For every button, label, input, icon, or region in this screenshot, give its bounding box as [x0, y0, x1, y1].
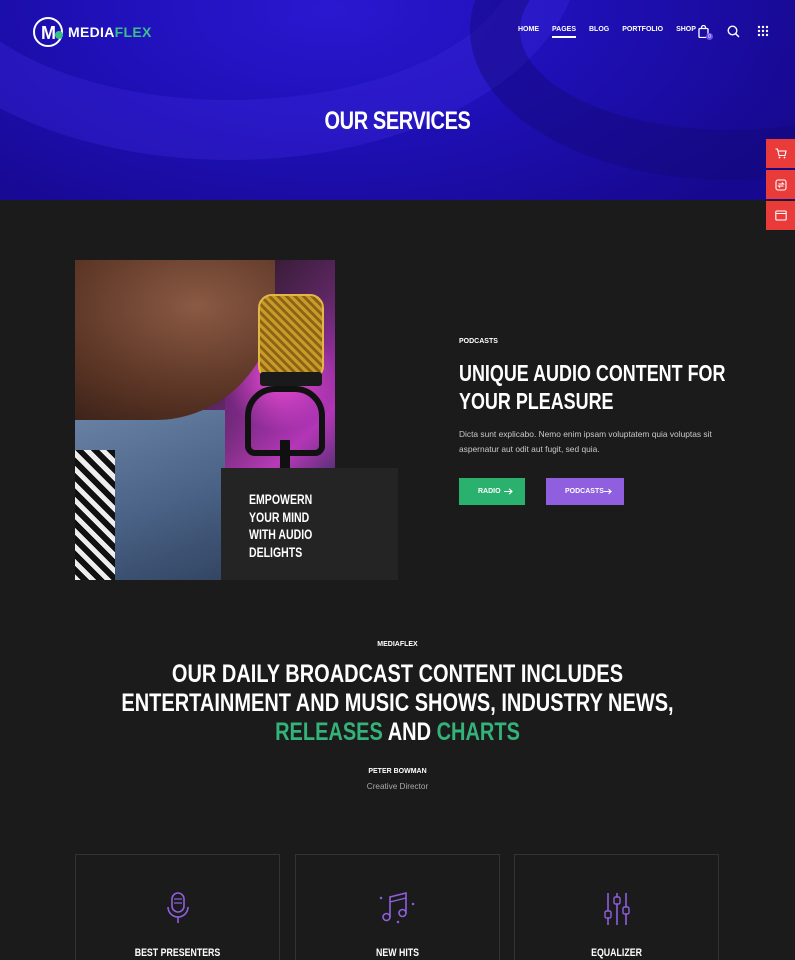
broadcast-heading-line: ENTERTAINMENT AND MUSIC SHOWS, INDUSTRY …	[121, 689, 674, 717]
feature-title: UNIQUE AUDIO CONTENT FOR YOUR PLEASURE	[459, 359, 759, 415]
author-name: PETER BOWMAN	[368, 768, 427, 775]
radio-button[interactable]: RADIO	[459, 478, 525, 505]
quote-line: YOUR MIND	[249, 509, 310, 525]
nav-item-home[interactable]: HOME	[518, 26, 539, 33]
broadcast-heading-line: OUR DAILY BROADCAST CONTENT INCLUDES	[171, 660, 624, 688]
logo-letter: M	[41, 23, 56, 43]
radio-button-label: RADIO	[478, 488, 501, 495]
logo-mark-icon: M	[33, 17, 63, 47]
broadcast-heading: OUR DAILY BROADCAST CONTENT INCLUDES ENT…	[0, 660, 795, 747]
quote-line: EMPOWERN	[249, 492, 313, 507]
podcasts-button[interactable]: PODCASTS	[546, 478, 624, 505]
card-label: BEST PRESENTERS	[134, 947, 221, 959]
nav-item-pages[interactable]: PAGES	[552, 26, 576, 38]
nav-item-shop[interactable]: SHOP	[676, 26, 696, 33]
quote-line: DELIGHTS	[249, 544, 303, 560]
quote-line: WITH AUDIO	[249, 527, 313, 542]
window-icon[interactable]	[766, 201, 795, 230]
switch-icon[interactable]	[766, 170, 795, 199]
equalizer-icon	[603, 893, 630, 925]
feature-quote-box: EMPOWERN YOUR MIND WITH AUDIO DELIGHTS	[221, 468, 398, 580]
nav-item-blog[interactable]: BLOG	[589, 26, 609, 33]
logo-text: MEDIAFLEX	[68, 24, 152, 40]
search-icon[interactable]	[726, 24, 740, 38]
bag-icon[interactable]: 0	[696, 24, 713, 40]
logo-text-part2: FLEX	[114, 24, 152, 40]
arrow-right-icon	[504, 488, 513, 495]
music-notes-icon	[379, 891, 414, 924]
hero-banner: M MEDIAFLEX HOME PAGES BLOG PORTFOLIO SH…	[0, 0, 795, 200]
header-icons: 0	[696, 24, 770, 40]
feature-title-line: UNIQUE AUDIO CONTENT FOR	[459, 360, 726, 386]
cart-count-badge: 0	[706, 33, 713, 40]
and-text: AND	[382, 718, 437, 746]
card-label: EQUALIZER	[591, 947, 642, 959]
releases-highlight: RELEASES	[275, 718, 383, 746]
broadcast-heading-line: RELEASES AND CHARTS	[80, 718, 716, 747]
side-floating-buttons	[766, 139, 795, 232]
charts-highlight: CHARTS	[436, 718, 520, 746]
service-card[interactable]: BEST PRESENTERS	[75, 854, 280, 960]
page-title: OUR SERVICES	[324, 107, 471, 135]
main-nav: HOME PAGES BLOG PORTFOLIO SHOP	[518, 26, 696, 38]
feature-title-line: YOUR PLEASURE	[459, 388, 614, 414]
arrow-right-icon	[603, 488, 612, 495]
cart-icon[interactable]	[766, 139, 795, 168]
feature-description: Dicta sunt explicabo. Nemo enim ipsam vo…	[459, 429, 712, 454]
broadcast-tag: MEDIAFLEX	[377, 641, 418, 648]
service-card[interactable]: EQUALIZER	[514, 854, 719, 960]
nav-item-portfolio[interactable]: PORTFOLIO	[622, 26, 663, 33]
grid-menu-icon[interactable]	[756, 24, 770, 38]
podcasts-button-label: PODCASTS	[565, 488, 604, 495]
card-label: NEW HITS	[375, 947, 420, 959]
site-logo[interactable]: M MEDIAFLEX	[33, 17, 152, 47]
microphone-icon	[166, 892, 189, 923]
section-tag: PODCASTS	[459, 338, 498, 345]
author-role: Creative Director	[366, 782, 429, 791]
service-card[interactable]: NEW HITS	[295, 854, 500, 960]
logo-text-part1: MEDIA	[68, 24, 115, 40]
